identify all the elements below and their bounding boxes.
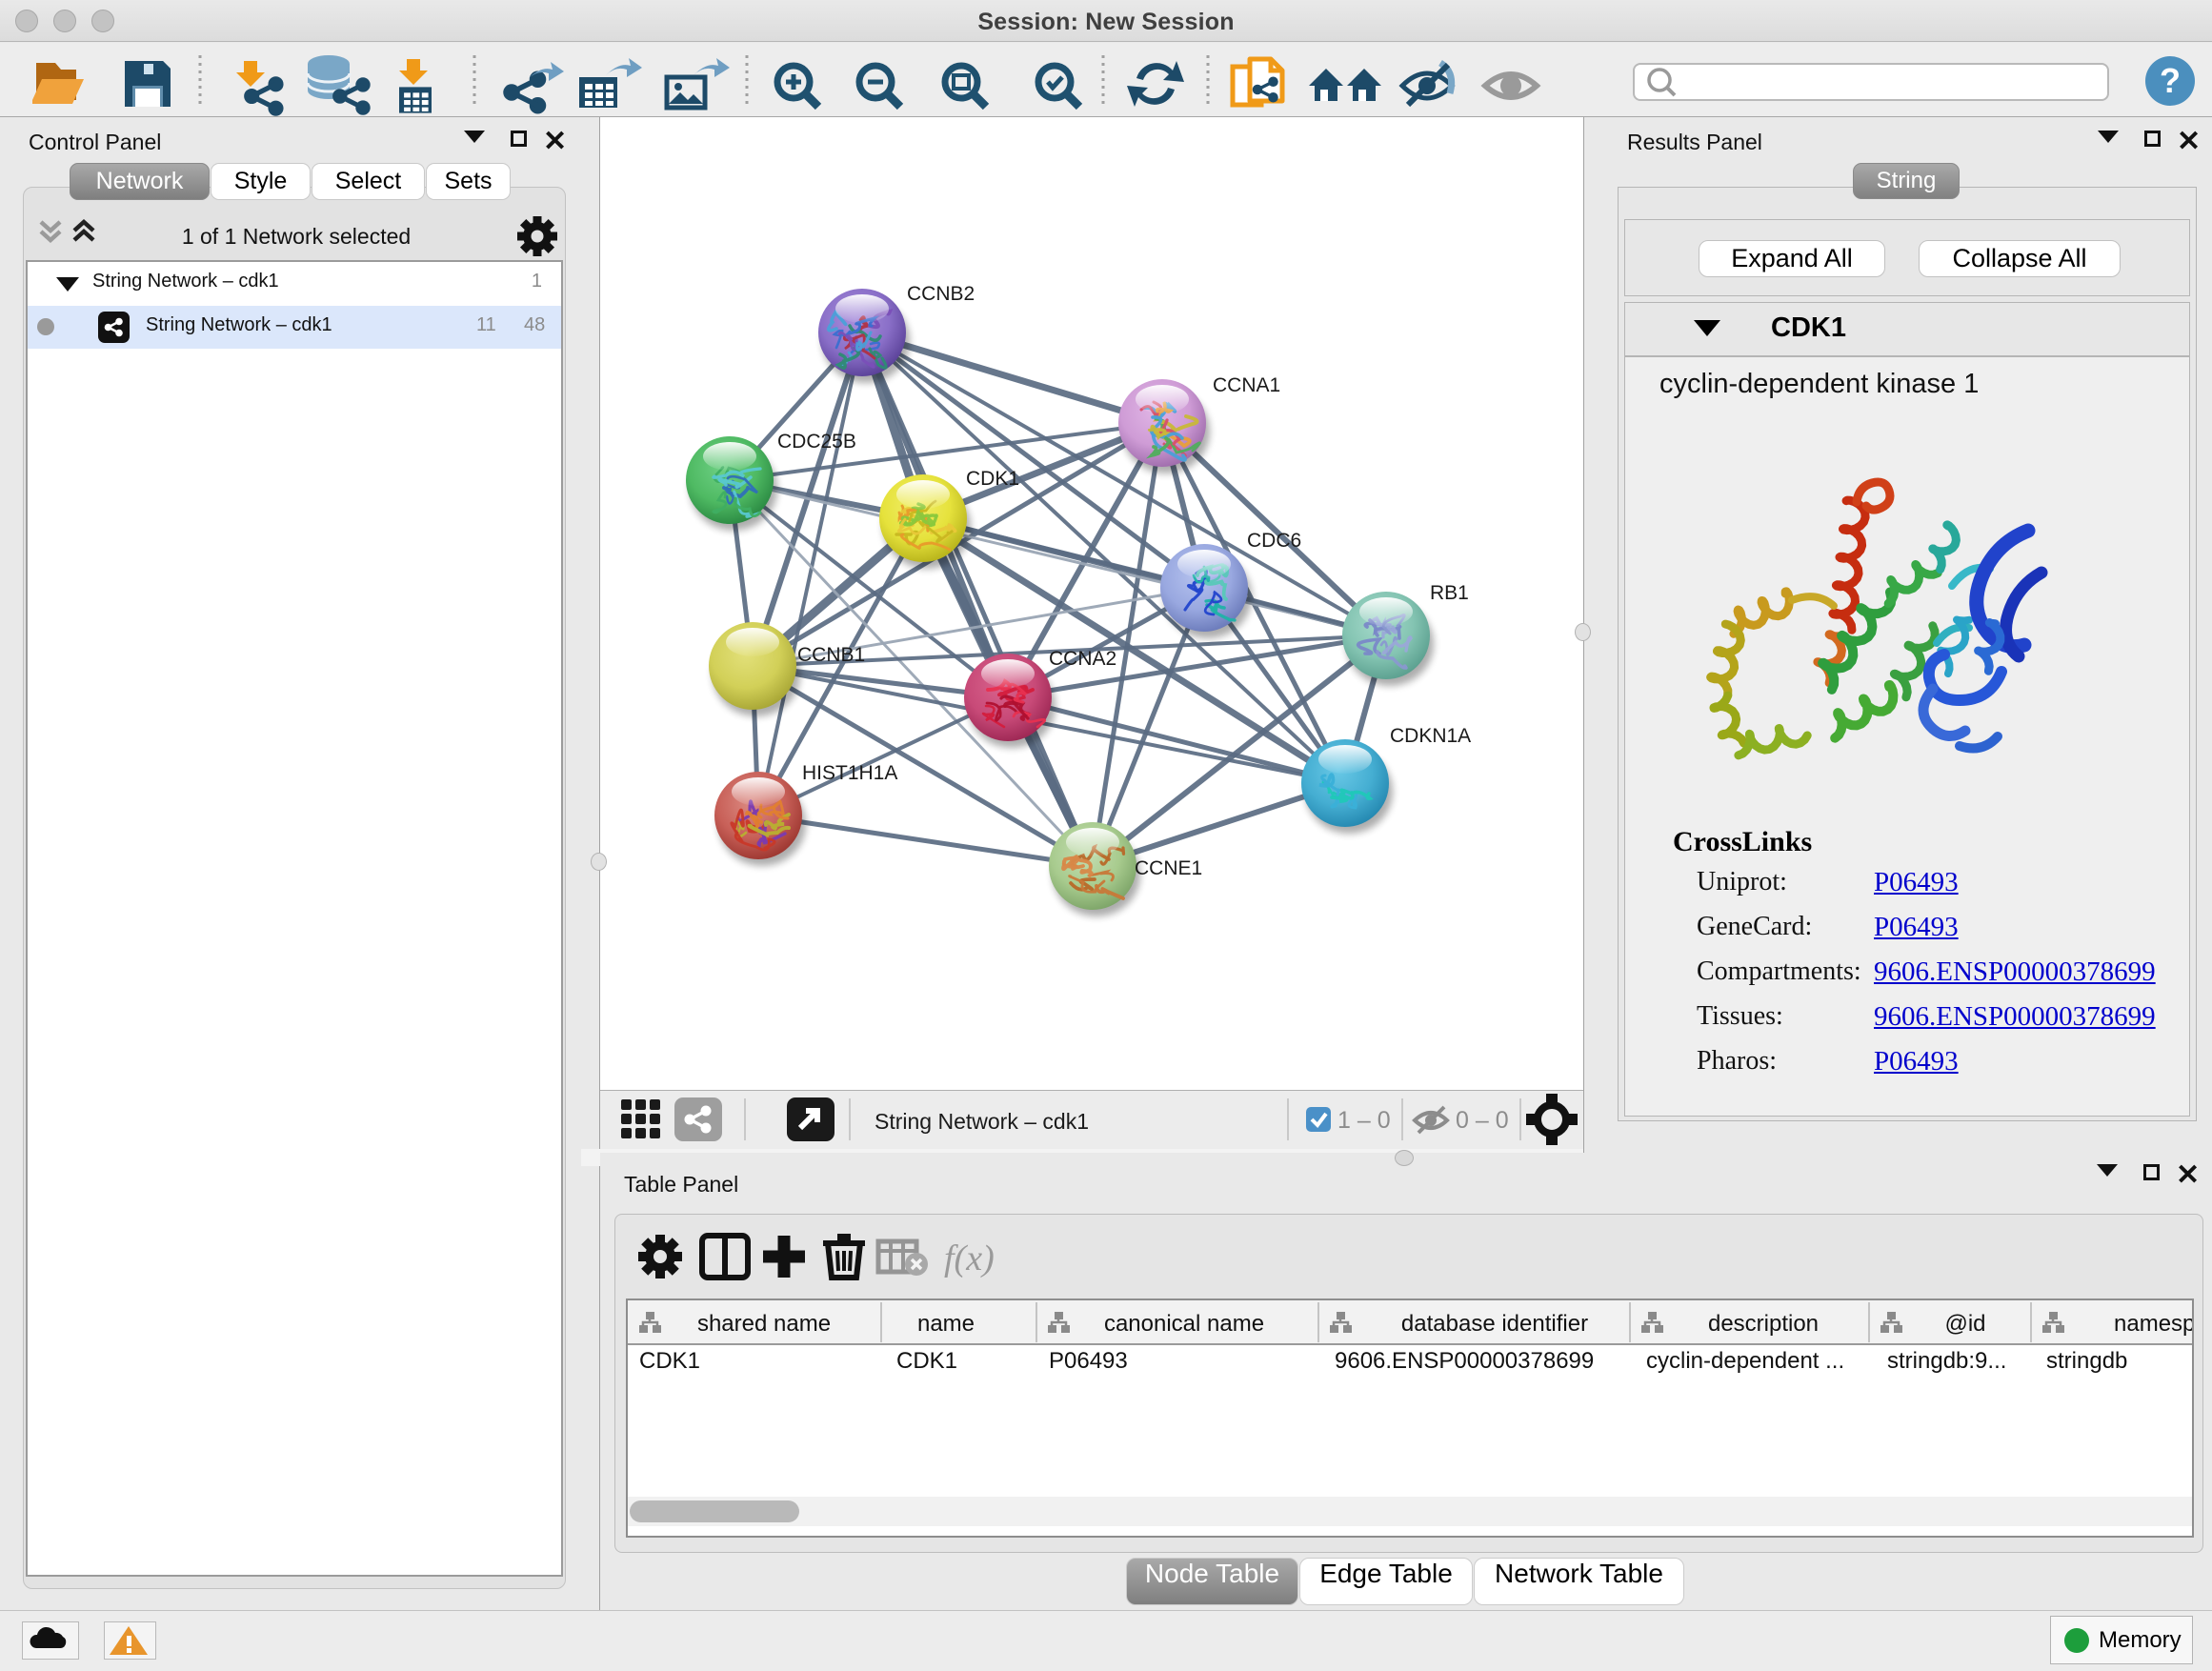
svg-text:CCNB1: CCNB1 <box>797 644 865 666</box>
svg-text:1 – 0: 1 – 0 <box>1337 1107 1391 1134</box>
svg-text:?: ? <box>2160 61 2181 100</box>
svg-text:CCNB2: CCNB2 <box>907 283 975 305</box>
svg-text:shared name: shared name <box>697 1311 831 1337</box>
svg-text:CCNE1: CCNE1 <box>1135 857 1202 879</box>
svg-text:description: description <box>1708 1311 1819 1337</box>
svg-text:CDK1: CDK1 <box>966 468 1019 490</box>
svg-text:name: name <box>917 1311 975 1337</box>
svg-text:HIST1H1A: HIST1H1A <box>802 762 897 784</box>
svg-text:String Network – cdk1: String Network – cdk1 <box>875 1109 1089 1134</box>
svg-text:1 of 1 Network selected: 1 of 1 Network selected <box>182 224 411 249</box>
svg-text:f(x): f(x) <box>944 1238 995 1278</box>
svg-text:CDC25B: CDC25B <box>777 431 856 453</box>
svg-text:RB1: RB1 <box>1430 582 1469 604</box>
svg-text:CDKN1A: CDKN1A <box>1390 725 1471 747</box>
svg-text:@id: @id <box>1944 1311 1985 1337</box>
svg-text:canonical name: canonical name <box>1104 1311 1264 1337</box>
svg-text:CCNA1: CCNA1 <box>1213 374 1280 396</box>
svg-text:CDC6: CDC6 <box>1247 530 1301 552</box>
svg-text:namespace: namespace <box>2114 1311 2192 1337</box>
svg-text:0 – 0: 0 – 0 <box>1456 1107 1509 1134</box>
svg-text:database identifier: database identifier <box>1401 1311 1588 1337</box>
svg-text:CCNA2: CCNA2 <box>1049 648 1116 670</box>
